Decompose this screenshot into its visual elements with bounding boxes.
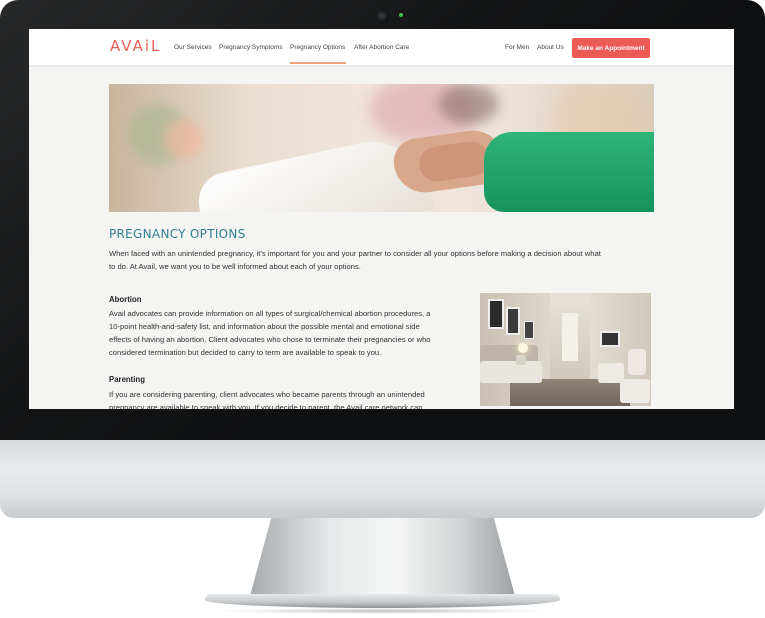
screen: AVAiL Our Services Pregnancy Symptoms Pr… [29,29,734,409]
parenting-heading: Parenting [109,375,145,384]
office-hallway-photo [480,293,651,406]
intro-line: to do. At Avail, we want you to be well … [109,262,361,271]
abortion-line: Avail advocates can provide information … [109,309,431,318]
abortion-line: 10-point health-and-safety list, and inf… [109,322,420,331]
parenting-line: pregnancy are available to speak with yo… [109,403,423,409]
intro-paragraph: When faced with an unintended pregnancy,… [109,247,654,273]
monitor-stand [250,518,515,596]
make-appointment-button[interactable]: Make an Appointment [572,38,650,58]
intro-line: When faced with an unintended pregnancy,… [109,249,601,258]
hero-image [109,84,654,212]
monitor-base-shadow [215,608,550,614]
abortion-paragraph: Avail advocates can provide information … [109,307,469,359]
site-logo[interactable]: AVAiL [110,37,161,55]
nav-about-us[interactable]: About Us [537,44,564,51]
monitor-base [205,594,560,608]
nav-for-men[interactable]: For Men [505,44,529,51]
abortion-line: effects of having an abortion. Client ad… [109,335,431,344]
page-title: PREGNANCY OPTIONS [109,227,246,241]
monitor-chin [0,440,765,518]
top-nav: AVAiL Our Services Pregnancy Symptoms Pr… [29,29,734,65]
nav-active-indicator [290,62,346,64]
monitor-bezel: AVAiL Our Services Pregnancy Symptoms Pr… [0,0,765,440]
nav-pregnancy-symptoms[interactable]: Pregnancy Symptoms [219,44,283,51]
camera-light-icon [399,13,403,17]
nav-pregnancy-options[interactable]: Pregnancy Options [290,44,345,51]
parenting-paragraph: If you are considering parenting, client… [109,388,469,409]
abortion-line: considered termination but decided to ca… [109,348,382,357]
nav-our-services[interactable]: Our Services [174,44,212,51]
abortion-heading: Abortion [109,295,142,304]
nav-after-abortion-care[interactable]: After Abortion Care [354,44,409,51]
parenting-line: If you are considering parenting, client… [109,390,425,399]
camera-icon [376,10,389,23]
